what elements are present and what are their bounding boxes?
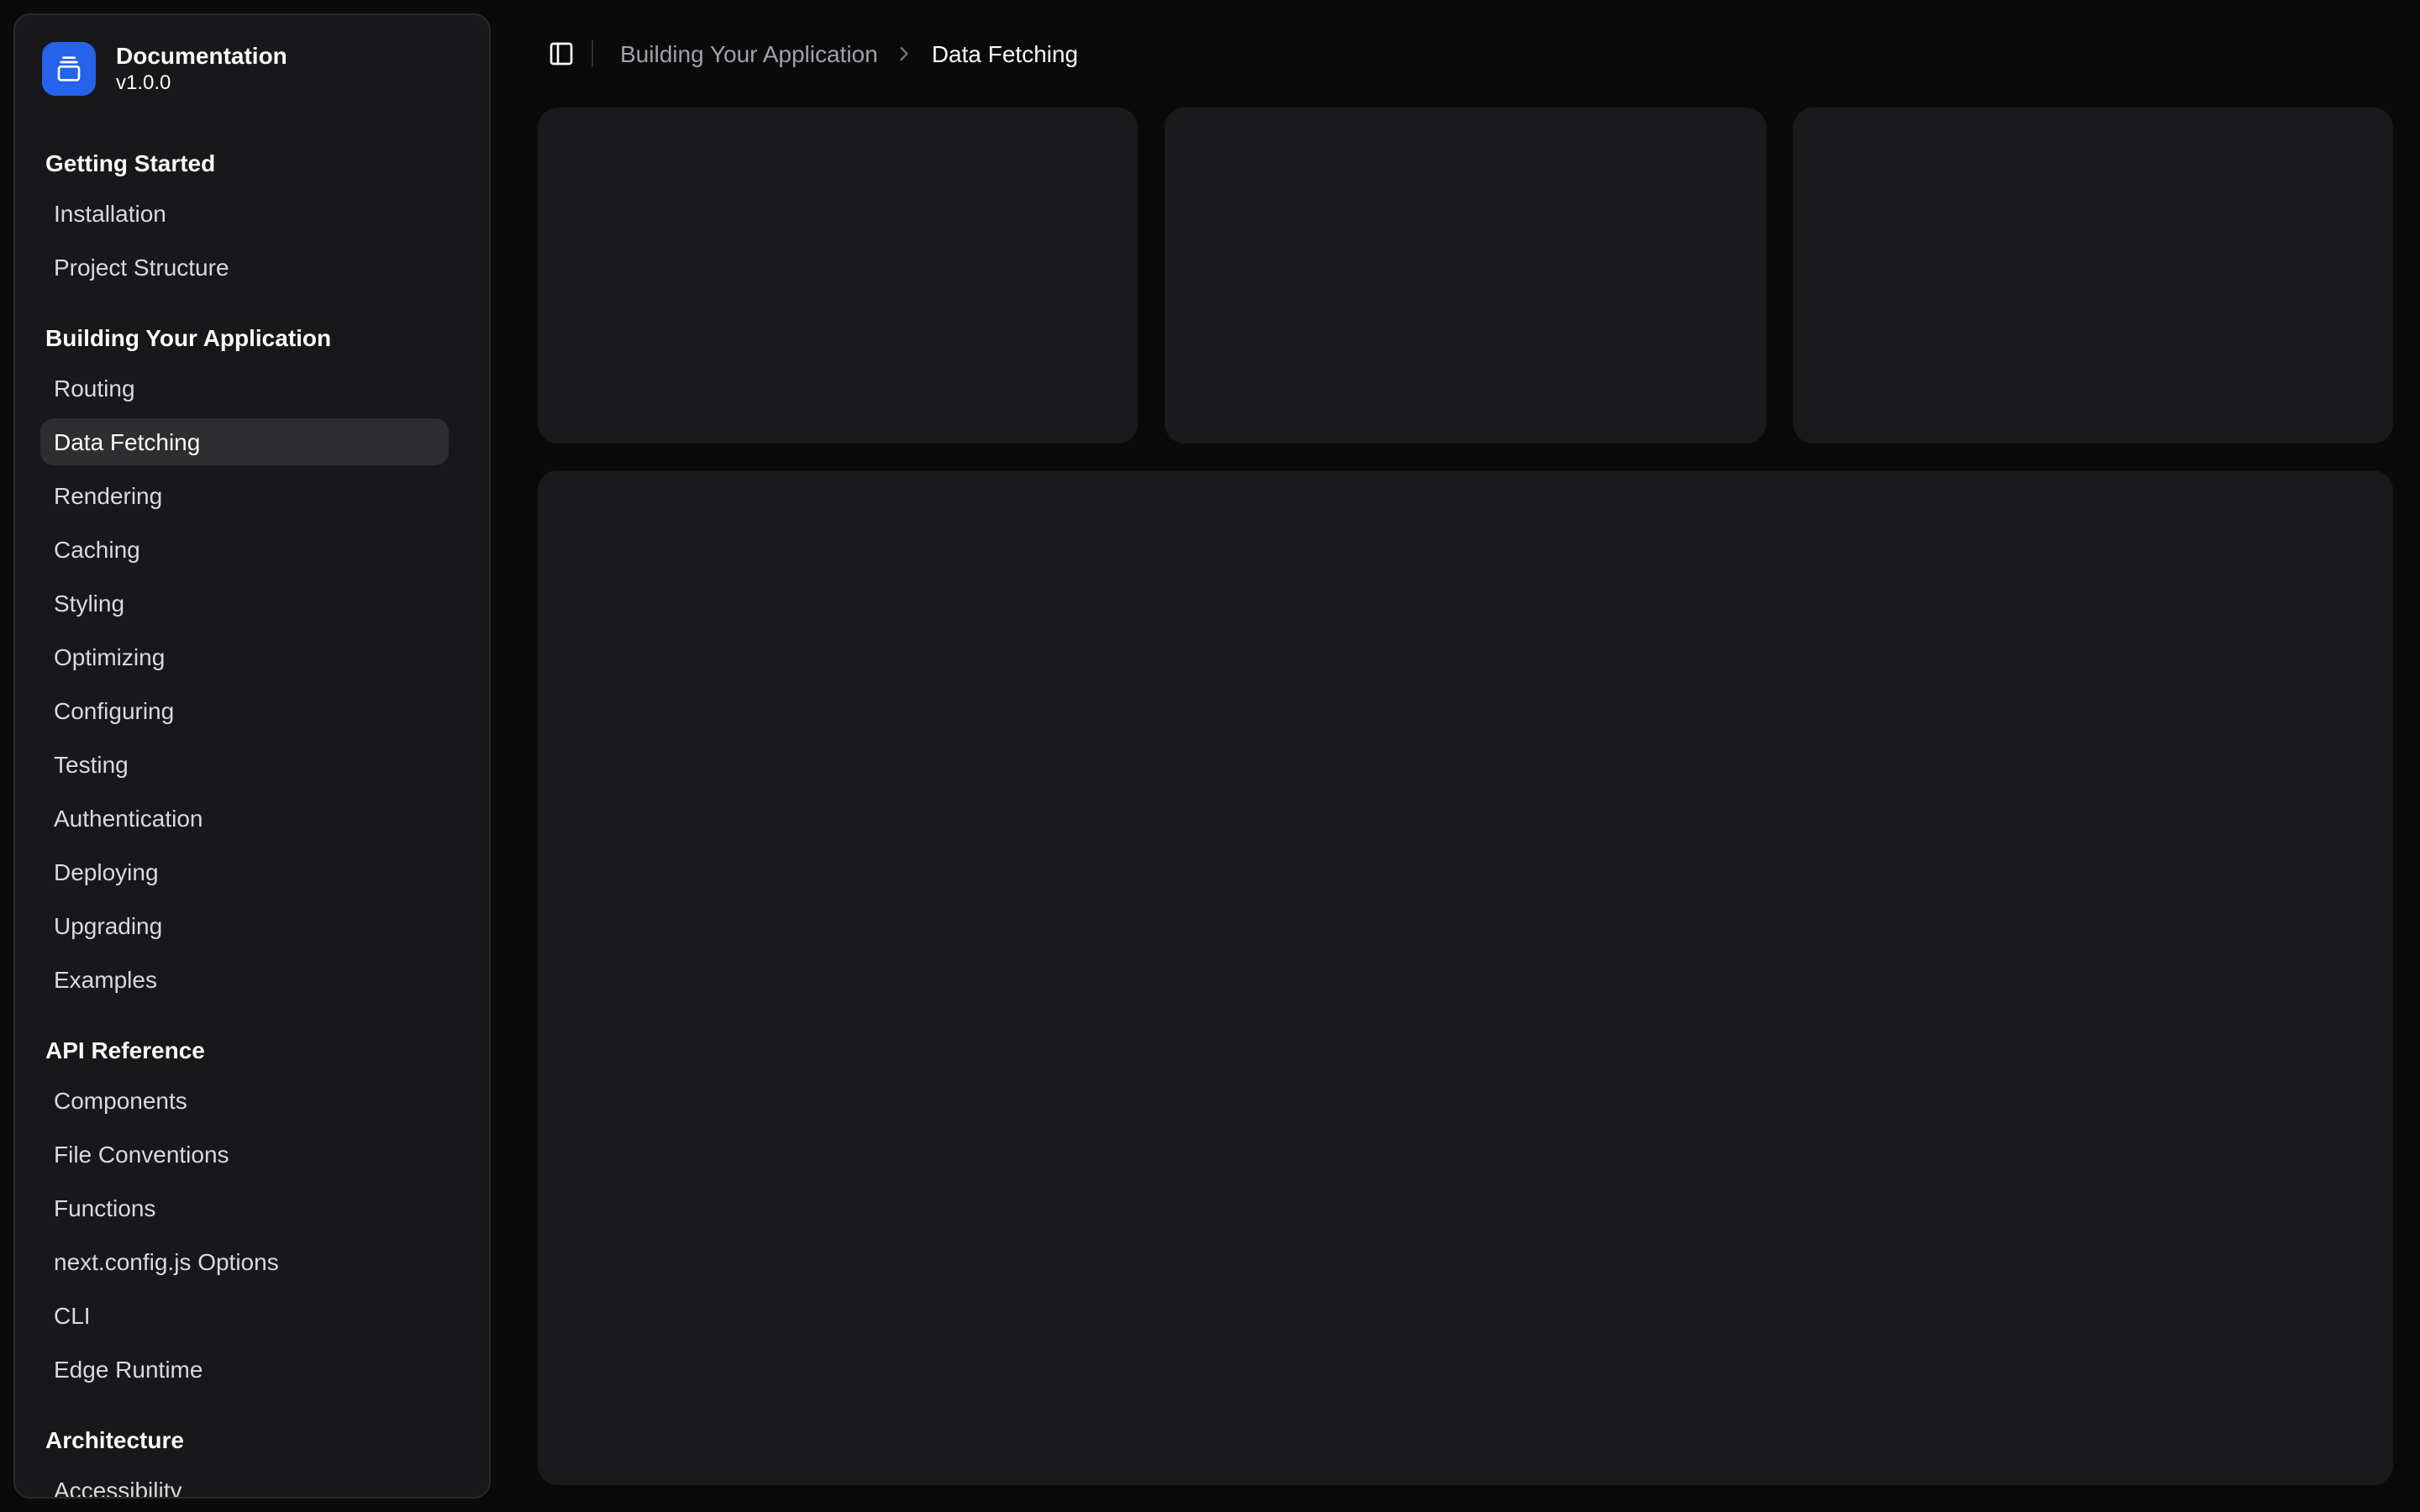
sidebar-item-rendering[interactable]: Rendering	[40, 472, 449, 519]
sidebar-item-next-config-js-options[interactable]: next.config.js Options	[40, 1238, 449, 1285]
sidebar-item-optimizing[interactable]: Optimizing	[40, 633, 449, 680]
sidebar-group-label-getting-started[interactable]: Getting Started	[29, 136, 476, 190]
sidebar-group: Getting Started Installation Project Stru…	[29, 136, 476, 297]
sidebar-group: Architecture Accessibility	[29, 1413, 476, 1499]
sidebar-group-label-architecture[interactable]: Architecture	[29, 1413, 476, 1467]
sidebar-group: API Reference Components File Conventions…	[29, 1023, 476, 1399]
content-placeholder	[538, 470, 2393, 1485]
sidebar-item-deploying[interactable]: Deploying	[40, 848, 449, 895]
sidebar-menu: Installation Project Structure	[40, 190, 449, 291]
sidebar-item-file-conventions[interactable]: File Conventions	[40, 1131, 449, 1178]
sidebar-item-caching[interactable]: Caching	[40, 526, 449, 573]
sidebar-item-styling[interactable]: Styling	[40, 580, 449, 627]
sidebar-menu: Components File Conventions Functions next.…	[40, 1077, 449, 1393]
app-root: Documentation v1.0.0 Getting Started Ins…	[0, 0, 2420, 1512]
app-version: v1.0.0	[116, 72, 287, 96]
sidebar-item-authentication[interactable]: Authentication	[40, 795, 449, 842]
sidebar-item-accessibility[interactable]: Accessibility	[40, 1467, 449, 1499]
placeholder-card	[538, 108, 1139, 444]
content-area	[538, 108, 2393, 1485]
sidebar-toggle-button[interactable]	[538, 30, 585, 77]
sidebar: Documentation v1.0.0 Getting Started Ins…	[13, 13, 491, 1499]
sidebar-item-upgrading[interactable]: Upgrading	[40, 902, 449, 949]
sidebar-item-routing[interactable]: Routing	[40, 365, 449, 412]
app-title: Documentation	[116, 42, 287, 69]
sidebar-item-edge-runtime[interactable]: Edge Runtime	[40, 1346, 449, 1393]
sidebar-group-label-building-your-application[interactable]: Building Your Application	[29, 311, 476, 365]
placeholder-card	[1792, 108, 2393, 444]
sidebar-header-titles: Documentation v1.0.0	[116, 42, 287, 96]
breadcrumb: Building Your Application Data Fetching	[620, 40, 1078, 67]
sidebar-item-data-fetching[interactable]: Data Fetching	[40, 418, 449, 465]
sidebar-header-button[interactable]: Documentation v1.0.0	[29, 29, 476, 109]
sidebar-item-testing[interactable]: Testing	[40, 741, 449, 788]
breadcrumb-current: Data Fetching	[932, 40, 1078, 67]
sidebar-group-label-api-reference[interactable]: API Reference	[29, 1023, 476, 1077]
sidebar-menu: Accessibility	[40, 1467, 449, 1499]
placeholder-cards-row	[538, 108, 2393, 444]
placeholder-card	[1165, 108, 1766, 444]
sidebar-item-components[interactable]: Components	[40, 1077, 449, 1124]
sidebar-nav: Getting Started Installation Project Stru…	[29, 136, 476, 1499]
sidebar-item-installation[interactable]: Installation	[40, 190, 449, 237]
sidebar-group: Building Your Application Routing Data Fe…	[29, 311, 476, 1010]
gallery-vertical-end-icon	[42, 42, 96, 96]
sidebar-menu: Routing Data Fetching Rendering Caching Styl…	[40, 365, 449, 1003]
sidebar-item-functions[interactable]: Functions	[40, 1184, 449, 1231]
sidebar-item-examples[interactable]: Examples	[40, 956, 449, 1003]
panel-left-icon	[548, 40, 575, 67]
sidebar-item-cli[interactable]: CLI	[40, 1292, 449, 1339]
main-content: Building Your Application Data Fetching	[511, 0, 2420, 1512]
sidebar-item-project-structure[interactable]: Project Structure	[40, 244, 449, 291]
chevron-right-icon	[893, 42, 917, 66]
breadcrumb-link-parent[interactable]: Building Your Application	[620, 40, 878, 67]
vertical-divider	[592, 40, 593, 67]
topbar: Building Your Application Data Fetching	[538, 0, 2393, 108]
sidebar-item-configuring[interactable]: Configuring	[40, 687, 449, 734]
